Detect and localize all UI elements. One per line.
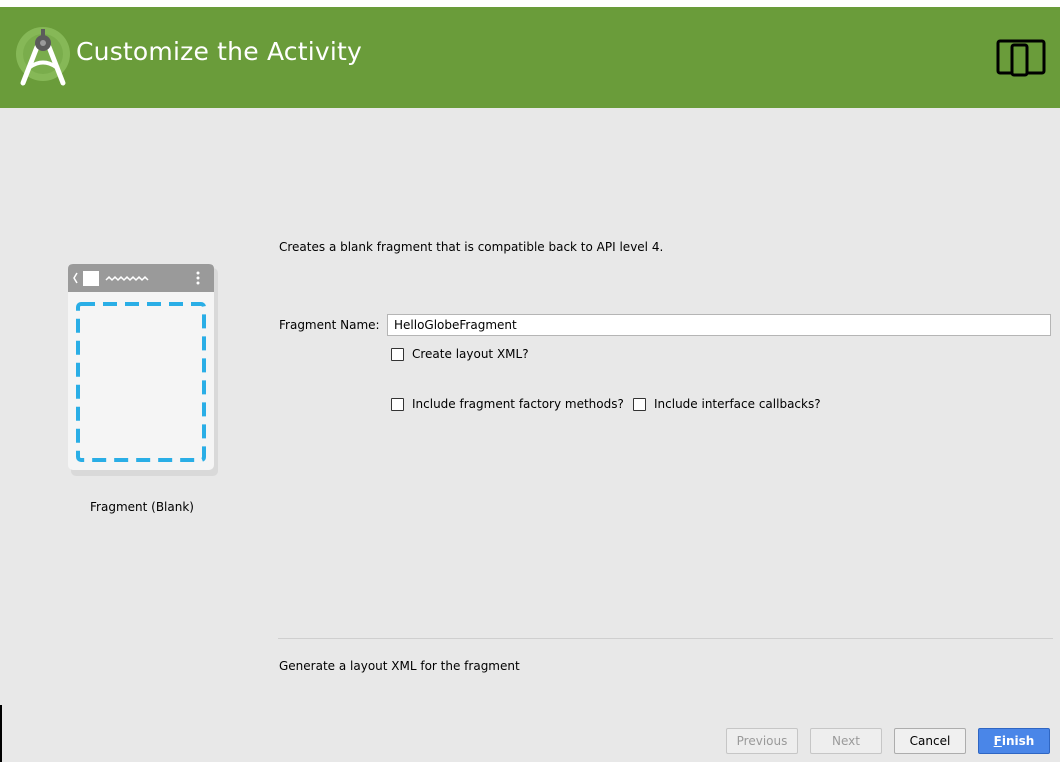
interface-callbacks-label: Include interface callbacks?	[654, 397, 821, 411]
finish-button[interactable]: Finish	[978, 728, 1050, 754]
interface-callbacks-checkbox[interactable]: Include interface callbacks?	[633, 397, 821, 411]
previous-button[interactable]: Previous	[726, 728, 798, 754]
checkbox-box[interactable]	[391, 347, 404, 361]
template-description: Creates a blank fragment that is compati…	[279, 240, 664, 254]
factory-methods-label: Include fragment factory methods?	[412, 397, 624, 411]
wizard-header: Customize the Activity	[0, 7, 1060, 108]
help-text: Generate a layout XML for the fragment	[279, 659, 520, 673]
create-layout-xml-checkbox[interactable]: Create layout XML?	[391, 347, 529, 361]
next-button[interactable]: Next	[810, 728, 882, 754]
fragment-name-label: Fragment Name:	[279, 318, 380, 332]
tablet-phone-icon	[996, 39, 1046, 77]
page-title: Customize the Activity	[76, 37, 363, 66]
android-studio-icon	[16, 27, 70, 86]
template-name-label: Fragment (Blank)	[90, 500, 194, 514]
window-edge	[0, 705, 2, 762]
fragment-preview-thumbnail	[68, 264, 218, 476]
cancel-button[interactable]: Cancel	[894, 728, 966, 754]
factory-methods-checkbox[interactable]: Include fragment factory methods?	[391, 397, 624, 411]
fragment-name-input[interactable]	[387, 314, 1051, 336]
checkbox-box[interactable]	[391, 397, 404, 411]
finish-label-rest: inish	[1001, 734, 1035, 748]
create-layout-xml-label: Create layout XML?	[412, 347, 529, 361]
checkbox-box[interactable]	[633, 397, 646, 411]
finish-mnemonic: F	[993, 734, 1002, 748]
help-divider	[278, 638, 1053, 639]
